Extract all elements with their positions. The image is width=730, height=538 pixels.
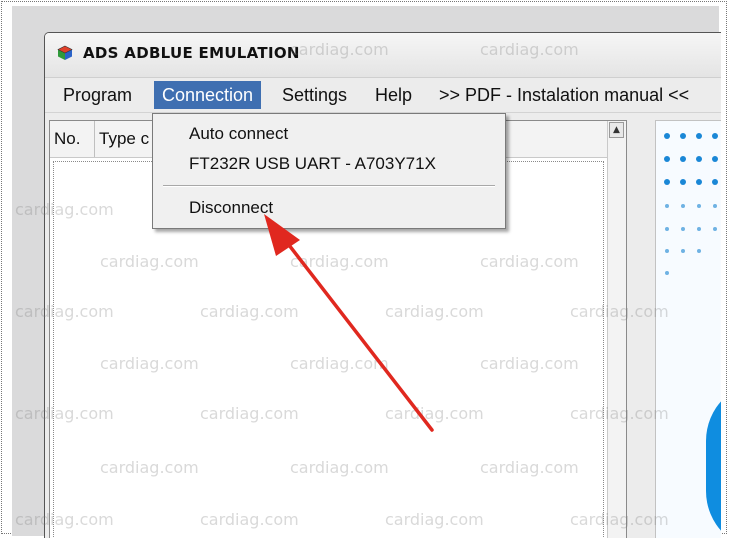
decorative-dot — [680, 156, 686, 162]
decorative-dot — [696, 133, 702, 139]
decorative-dot — [696, 156, 702, 162]
decorative-blue-shape — [706, 381, 721, 538]
decorative-dot — [712, 133, 718, 139]
decorative-dot — [712, 179, 718, 185]
decorative-dot — [713, 204, 717, 208]
decorative-dot — [665, 271, 669, 275]
decorative-dot — [681, 249, 685, 253]
decorative-dot — [697, 204, 701, 208]
menu-pdf-installation-manual[interactable]: >> PDF - Instalation manual << — [431, 81, 697, 109]
decorative-dot — [696, 179, 702, 185]
decorative-dot — [664, 156, 670, 162]
app-cube-icon — [57, 45, 73, 61]
decorative-dot — [665, 227, 669, 231]
decorative-dot — [697, 227, 701, 231]
menu-bar: Program Connection Settings Help >> PDF … — [45, 78, 721, 113]
vertical-scrollbar[interactable]: ▲ — [607, 121, 626, 538]
menu-program[interactable]: Program — [55, 81, 140, 109]
menu-item-disconnect[interactable]: Disconnect — [189, 196, 273, 220]
title-bar: ADS ADBLUE EMULATION — [45, 33, 721, 78]
decorative-dot — [664, 179, 670, 185]
connection-dropdown-menu: Auto connect FT232R USB UART - A703Y71X … — [152, 113, 506, 229]
decorative-dot — [681, 204, 685, 208]
menu-separator — [163, 185, 495, 187]
menu-connection[interactable]: Connection — [154, 81, 262, 109]
decorative-dot — [697, 249, 701, 253]
decorative-dot — [680, 179, 686, 185]
decorative-dot — [680, 133, 686, 139]
decorative-dot — [712, 156, 718, 162]
menu-item-auto-connect[interactable]: Auto connect — [189, 122, 288, 146]
decorative-dot — [681, 227, 685, 231]
scroll-up-arrow-icon[interactable]: ▲ — [609, 122, 624, 138]
menu-item-ft232r-usb-uart[interactable]: FT232R USB UART - A703Y71X — [189, 152, 436, 176]
menu-help[interactable]: Help — [367, 81, 420, 109]
menu-settings[interactable]: Settings — [274, 81, 355, 109]
window-title: ADS ADBLUE EMULATION — [83, 44, 300, 62]
app-window: ADS ADBLUE EMULATION Program Connection … — [44, 32, 721, 538]
decorative-dot — [665, 204, 669, 208]
decorative-dot — [665, 249, 669, 253]
column-header-no[interactable]: No. — [50, 121, 95, 157]
side-graphic-panel — [655, 120, 721, 538]
decorative-dot — [713, 227, 717, 231]
decorative-dot — [664, 133, 670, 139]
